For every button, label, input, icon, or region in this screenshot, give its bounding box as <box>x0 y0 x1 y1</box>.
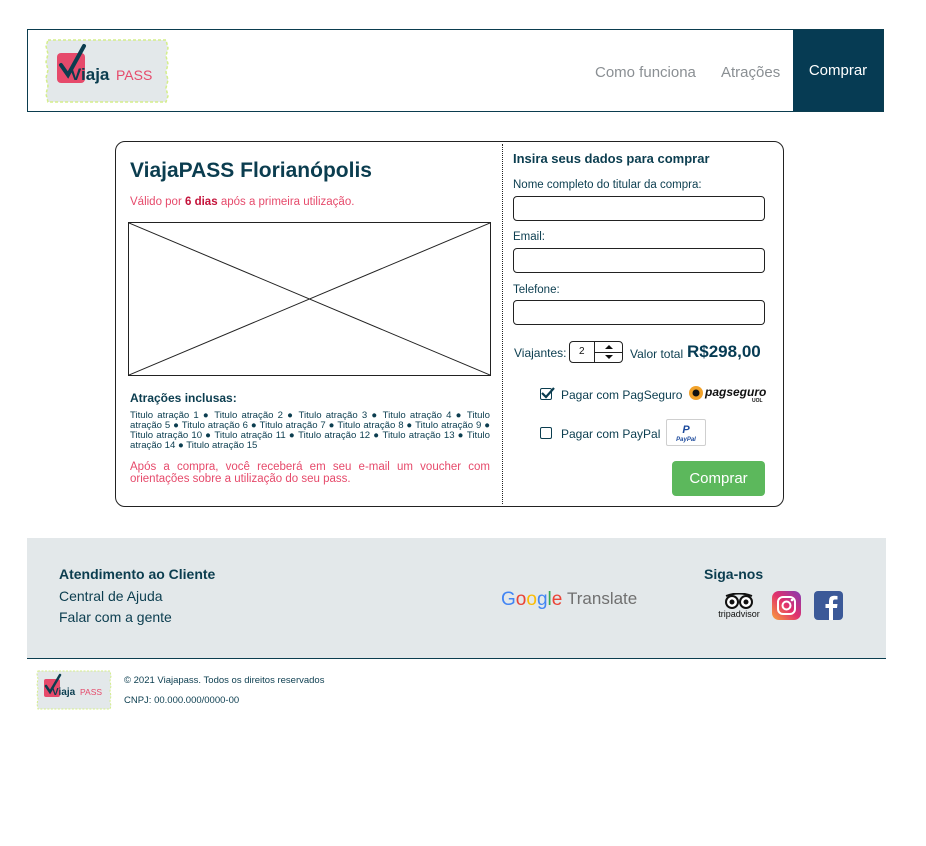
google-logo-icon: Google <box>501 589 562 610</box>
copyright-text: © 2021 Viajapass. Todos os direitos rese… <box>124 675 325 686</box>
stepper-down-button[interactable] <box>595 352 623 362</box>
ticket-logo-icon: Viaja PASS <box>36 670 112 710</box>
attractions-list: Titulo atração 1 ● Titulo atração 2 ● Ti… <box>130 410 490 451</box>
pagseguro-logo: pagseguro UOL <box>688 384 768 404</box>
cnpj-text: CNPJ: 00.000.000/0000-00 <box>124 695 240 706</box>
tripadvisor-icon: tripadvisor <box>718 592 760 619</box>
facebook-link[interactable] <box>814 591 843 620</box>
email-label: Email: <box>513 231 545 243</box>
ticket-logo-icon: Viaja PASS <box>45 39 169 103</box>
stepper-buttons <box>594 342 623 362</box>
svg-text:tripadvisor: tripadvisor <box>718 609 760 619</box>
phone-field[interactable] <box>513 300 765 325</box>
contact-link[interactable]: Falar com a gente <box>59 609 172 625</box>
check-icon <box>541 387 555 399</box>
email-field[interactable] <box>513 248 765 273</box>
voucher-note: Após a compra, você receberá em seu e-ma… <box>130 461 490 485</box>
validity-days: 6 dias <box>185 196 218 208</box>
nav-buy-button[interactable]: Comprar <box>793 30 883 111</box>
attractions-title: Atrações inclusas: <box>130 391 237 405</box>
svg-text:P: P <box>682 424 690 436</box>
nav-attractions[interactable]: Atrações <box>721 64 780 81</box>
google-translate-widget[interactable]: Google Translate <box>501 587 641 611</box>
svg-text:PASS: PASS <box>116 67 152 83</box>
google-wordmark: Google <box>501 589 562 610</box>
validity-text: Válido por 6 dias após a primeira utiliz… <box>130 196 354 208</box>
travelers-label: Viajantes: <box>514 346 567 360</box>
site-header: Viaja PASS Como funciona Atrações Compra… <box>27 29 884 112</box>
follow-title: Siga-nos <box>704 566 764 582</box>
svg-text:PASS: PASS <box>80 687 102 697</box>
support-title: Atendimento ao Cliente <box>59 566 216 582</box>
nav-how-it-works[interactable]: Como funciona <box>595 64 696 81</box>
facebook-icon <box>814 591 843 620</box>
phone-label: Telefone: <box>513 284 560 296</box>
product-title: ViajaPASS Florianópolis <box>130 159 372 182</box>
validity-suffix: após a primeira utilização. <box>220 196 355 208</box>
paypal-label: Pagar com PayPal <box>561 427 661 441</box>
svg-text:Viaja: Viaja <box>52 687 76 698</box>
name-label: Nome completo do titular da compra: <box>513 179 702 191</box>
svg-text:Viaja: Viaja <box>70 65 110 84</box>
svg-text:PayPal: PayPal <box>676 437 696 443</box>
travelers-value: 2 <box>579 346 585 357</box>
translate-label: Translate <box>567 589 638 608</box>
card-divider <box>502 144 503 504</box>
pagseguro-checkbox[interactable] <box>540 387 555 400</box>
validity-prefix: Válido por <box>130 196 182 208</box>
svg-text:UOL: UOL <box>752 398 763 404</box>
arrow-down-icon <box>605 355 613 359</box>
placeholder-cross-icon <box>129 223 490 375</box>
product-card: ViajaPASS Florianópolis Válido por 6 dia… <box>115 141 784 507</box>
paypal-logo-icon: P PayPal <box>676 424 696 443</box>
arrow-up-icon <box>605 345 613 349</box>
site-footer: Atendimento ao Cliente Central de Ajuda … <box>27 538 886 659</box>
image-placeholder <box>128 222 491 376</box>
buy-button[interactable]: Comprar <box>672 461 765 496</box>
paypal-checkbox[interactable] <box>540 427 552 439</box>
svg-text:pagseguro: pagseguro <box>704 385 766 399</box>
form-title: Insira seus dados para comprar <box>513 151 710 166</box>
travelers-stepper[interactable]: 2 <box>569 341 623 363</box>
footer-logo[interactable]: Viaja PASS <box>36 670 112 715</box>
pagseguro-logo-icon: pagseguro UOL <box>689 385 766 404</box>
total-label: Valor total <box>630 347 684 361</box>
name-field[interactable] <box>513 196 765 221</box>
help-center-link[interactable]: Central de Ajuda <box>59 588 163 604</box>
instagram-icon <box>772 591 801 620</box>
paypal-logo: P PayPal <box>666 419 706 446</box>
instagram-link[interactable] <box>772 591 801 620</box>
pagseguro-label: Pagar com PagSeguro <box>561 388 683 402</box>
total-value: R$298,00 <box>687 342 761 361</box>
tripadvisor-link[interactable]: tripadvisor <box>713 592 765 621</box>
viajapass-logo[interactable]: Viaja PASS <box>44 38 170 109</box>
